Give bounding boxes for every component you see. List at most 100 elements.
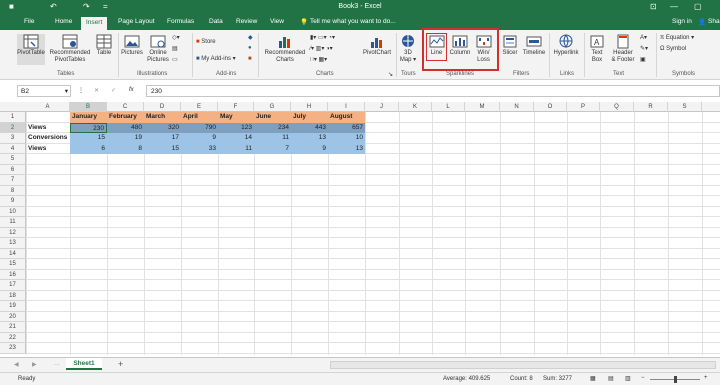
tab-home[interactable]: Home [55, 18, 72, 25]
cell-value[interactable]: 33 [181, 143, 218, 154]
prev-sheet-icon[interactable]: ◀ [14, 361, 19, 368]
wordart-icon[interactable]: A▾ [640, 34, 647, 41]
tab-formulas[interactable]: Formulas [167, 18, 194, 25]
column-header-c[interactable]: C [107, 102, 144, 112]
tab-insert[interactable]: Insert [81, 17, 108, 30]
screenshot-icon[interactable]: ▭ [172, 56, 178, 63]
charts-dialog-launcher-icon[interactable]: ↘ [388, 71, 393, 78]
cell-value[interactable]: 657 [328, 122, 365, 133]
cell-header-month[interactable]: May [218, 112, 254, 123]
column-header-s[interactable]: S [668, 102, 702, 112]
cell-header-month[interactable]: April [181, 112, 218, 123]
zoom-out-icon[interactable]: − [641, 375, 645, 381]
column-header-e[interactable]: E [181, 102, 218, 112]
3d-map-button[interactable]: 3D Map ▾ [398, 34, 418, 64]
cell-value[interactable]: 6 [70, 143, 107, 154]
table-button[interactable]: Table [94, 34, 114, 57]
cell-value[interactable]: 10 [328, 133, 365, 144]
tab-review[interactable]: Review [236, 18, 257, 25]
header-footer-button[interactable]: Header & Footer [609, 34, 637, 64]
cell-value[interactable]: 17 [144, 133, 181, 144]
row-header-23[interactable]: 23 [0, 343, 26, 354]
pivottable-button[interactable]: PivotTable [17, 34, 45, 65]
column-header-p[interactable]: P [567, 102, 600, 112]
row-header-7[interactable]: 7 [0, 175, 26, 186]
cell-header-month[interactable]: January [70, 112, 107, 123]
cell-value[interactable]: 8 [107, 143, 144, 154]
row-header-1[interactable]: 1 [0, 112, 26, 123]
row-header-19[interactable]: 19 [0, 301, 26, 312]
page-layout-view-icon[interactable]: ▤ [608, 375, 614, 382]
slicer-button[interactable]: Slicer [500, 34, 520, 57]
column-header-q[interactable]: Q [600, 102, 634, 112]
horizontal-scrollbar[interactable] [330, 361, 716, 369]
row-header-12[interactable]: 12 [0, 227, 26, 238]
store-button[interactable]: ■ Store [196, 39, 216, 45]
people-graph-icon[interactable]: ● [248, 45, 252, 51]
bing-maps-icon[interactable]: ◆ [248, 34, 253, 41]
cancel-icon[interactable]: ✕ [94, 87, 99, 94]
column-header-n[interactable]: N [500, 102, 534, 112]
share-button[interactable]: Sha [708, 18, 720, 25]
equation-button[interactable]: π Equation ▾ [660, 34, 694, 41]
row-header-2[interactable]: 2 [0, 122, 26, 133]
tab-page-layout[interactable]: Page Layout [118, 18, 155, 25]
column-header-b[interactable]: B [70, 102, 107, 112]
cell-value[interactable]: 7 [254, 143, 291, 154]
pivotchart-button[interactable]: PivotChart [359, 34, 395, 57]
row-header-3[interactable]: 3 [0, 133, 26, 144]
sheet-tab-sheet1[interactable]: Sheet1 [66, 358, 102, 370]
zoom-slider[interactable] [650, 376, 700, 383]
zoom-in-icon[interactable]: + [704, 375, 708, 381]
row-header-5[interactable]: 5 [0, 154, 26, 165]
line-chart-icon[interactable]: ⁄▾ ▥▾ ◑▾ [310, 45, 333, 52]
cell-value[interactable]: 123 [218, 122, 254, 133]
tab-data[interactable]: Data [209, 18, 223, 25]
scatter-chart-icon[interactable]: ∷▾ ▦▾ [310, 56, 327, 63]
row-header-17[interactable]: 17 [0, 280, 26, 291]
row-header-16[interactable]: 16 [0, 269, 26, 280]
column-header-k[interactable]: K [399, 102, 432, 112]
cell-header-month[interactable]: August [328, 112, 365, 123]
cell-value[interactable]: 790 [181, 122, 218, 133]
row-header-15[interactable]: 15 [0, 259, 26, 270]
online-pictures-button[interactable]: Online Pictures [146, 34, 170, 64]
share-icon[interactable]: 👤 [698, 18, 706, 26]
cell-row-label[interactable]: Views [26, 123, 70, 134]
column-header-m[interactable]: M [465, 102, 500, 112]
cell-value[interactable]: 19 [107, 133, 144, 144]
formula-more-icon[interactable]: ⋮ [78, 87, 84, 94]
formula-input[interactable]: 230 [146, 85, 720, 97]
cell-value[interactable]: 230 [70, 122, 107, 133]
row-header-13[interactable]: 13 [0, 238, 26, 249]
column-chart-icon[interactable]: ▮▾ ▭▾ ◔▾ [310, 34, 335, 41]
signature-line-icon[interactable]: ✎▾ [640, 45, 648, 52]
symbol-button[interactable]: Ω Symbol [660, 46, 686, 52]
minimize-icon[interactable]: — [670, 2, 678, 11]
cell-row-label[interactable]: Conversions [26, 133, 70, 144]
cell-value[interactable]: 13 [328, 143, 365, 154]
cell-value[interactable]: 11 [254, 133, 291, 144]
cell-row-label[interactable]: Views [26, 144, 70, 155]
cell-value[interactable]: 14 [218, 133, 254, 144]
timeline-button[interactable]: Timeline [521, 34, 547, 57]
column-header-r[interactable]: R [634, 102, 668, 112]
tab-file[interactable]: File [24, 18, 34, 25]
row-header-20[interactable]: 20 [0, 311, 26, 322]
tab-view[interactable]: View [270, 18, 284, 25]
ribbon-display-icon[interactable]: ⊡ [650, 2, 657, 11]
text-box-button[interactable]: A Text Box [587, 34, 607, 64]
column-header-h[interactable]: H [291, 102, 328, 112]
cell-value[interactable]: 15 [70, 133, 107, 144]
row-header-11[interactable]: 11 [0, 217, 26, 228]
cell-value[interactable]: 320 [144, 122, 181, 133]
cell-value[interactable]: 11 [218, 143, 254, 154]
cell-header-month[interactable]: June [254, 112, 291, 123]
zoom-slider-thumb[interactable] [674, 376, 677, 383]
cell-value[interactable]: 480 [107, 122, 144, 133]
row-header-18[interactable]: 18 [0, 290, 26, 301]
enter-icon[interactable]: ✓ [111, 87, 116, 94]
shapes-icon[interactable]: ◇▾ [172, 34, 180, 41]
tell-me-search[interactable]: Tell me what you want to do... [310, 18, 396, 25]
column-header-f[interactable]: F [218, 102, 254, 112]
